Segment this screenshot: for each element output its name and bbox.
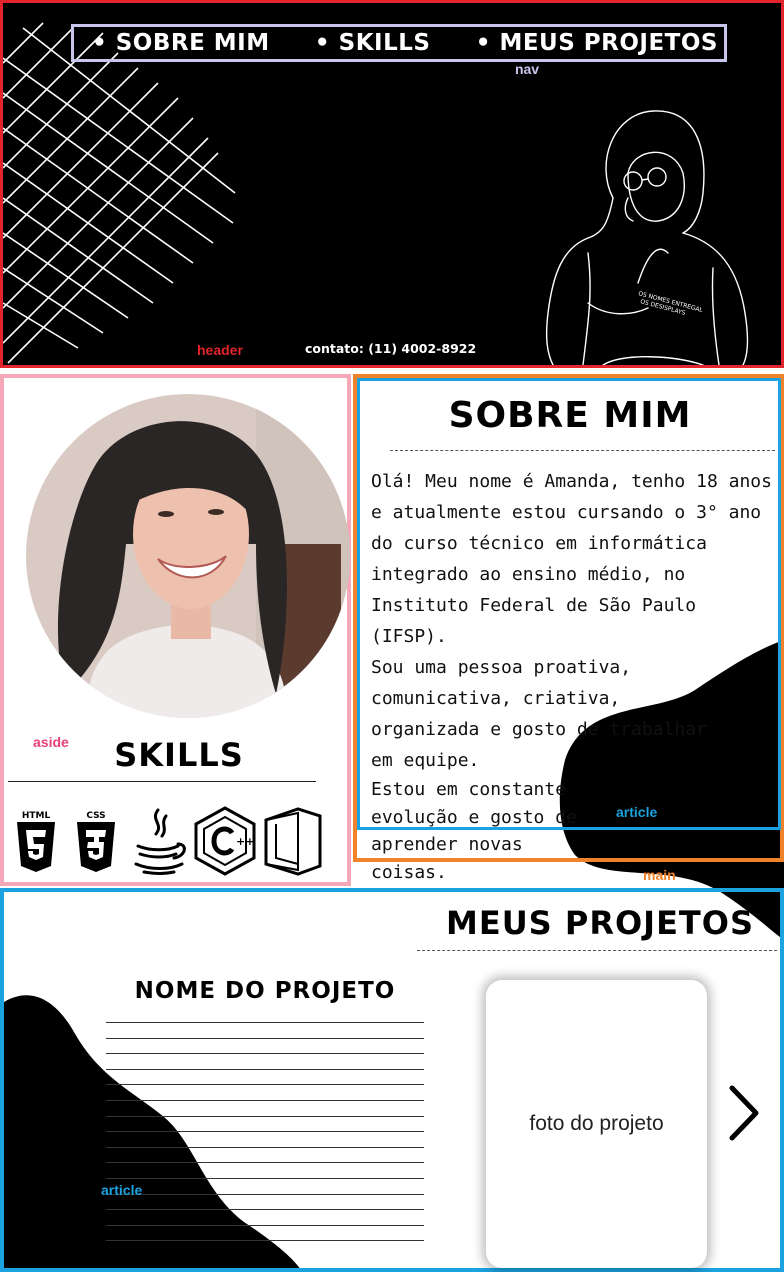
main-tag-label: main — [643, 867, 676, 883]
projects-title: MEUS PROJETOS — [445, 904, 754, 942]
nav-tag-label: nav — [514, 61, 540, 77]
about-divider — [390, 450, 775, 451]
css-label: CSS — [86, 811, 105, 821]
html5-icon: HTML — [17, 811, 55, 872]
about-paragraph-2: Sou uma pessoa proativa, comunicativa, c… — [371, 657, 707, 771]
office-icon — [264, 807, 322, 876]
projects-article-tag-label: article — [101, 1182, 143, 1198]
header: OS NOMES ENTREGAL OS DESISPLAYS SOBRE MI… — [0, 0, 784, 368]
aside: aside SKILLS HTML CSS ++ — [0, 374, 351, 886]
svg-text:++: ++ — [236, 835, 254, 848]
skills-title: SKILLS — [114, 736, 244, 774]
java-icon — [134, 808, 186, 875]
project-name: NOME DO PROJETO — [134, 978, 396, 1004]
profile-photo — [26, 394, 350, 718]
css3-icon: CSS — [77, 811, 115, 872]
girl-line-art: OS NOMES ENTREGAL OS DESISPLAYS — [545, 110, 749, 365]
about-article-tag-label: article — [616, 804, 658, 820]
skills-divider — [8, 781, 316, 782]
header-tag-label: header — [197, 342, 243, 358]
nav-item-meus-projetos[interactable]: MEUS PROJETOS — [476, 30, 718, 56]
projects-divider — [417, 950, 777, 951]
project-description-lines — [106, 1022, 424, 1256]
about-title: SOBRE MIM — [448, 395, 692, 436]
project-photo-placeholder: foto do projeto — [529, 1112, 664, 1135]
nav: SOBRE MIM SKILLS MEUS PROJETOS — [71, 24, 727, 62]
about-paragraph-3: Estou em constante evolução e gosto de a… — [371, 779, 577, 883]
project-photo-card[interactable]: foto do projeto — [486, 980, 707, 1268]
html-label: HTML — [22, 811, 51, 821]
contact-text: contato: (11) 4002-8922 — [305, 341, 477, 356]
chevron-right-icon[interactable] — [724, 1082, 764, 1144]
about-text: Olá! Meu nome é Amanda, tenho 18 anos e … — [371, 466, 776, 886]
about-paragraph-1: Olá! Meu nome é Amanda, tenho 18 anos e … — [371, 471, 772, 647]
nav-item-sobre-mim[interactable]: SOBRE MIM — [92, 30, 270, 56]
nav-item-skills[interactable]: SKILLS — [315, 30, 431, 56]
cpp-icon: ++ — [194, 806, 256, 876]
